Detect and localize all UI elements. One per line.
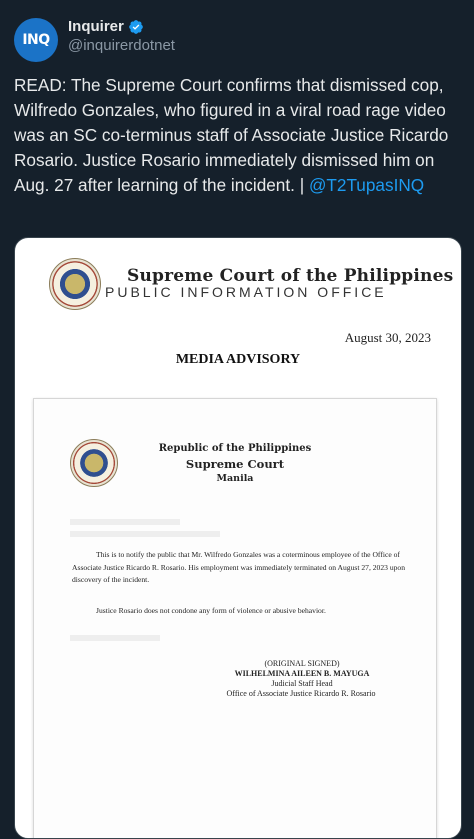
faded-text-line [70,635,160,641]
letter-paragraph: This is to notify the public that Mr. Wi… [72,550,406,584]
letter-sheet: Republic of the Philippines Supreme Cour… [33,398,437,838]
document-subtitle: PUBLIC INFORMATION OFFICE [105,284,387,300]
tweet-media-image[interactable]: Supreme Court of the Philippines PUBLIC … [14,237,462,839]
avatar-text: INQ [22,32,50,48]
signatory-name: WILHELMINA AILEEN B. MAYUGA [234,669,370,678]
letter-header-line2: Supreme Court [185,457,285,471]
faded-text-line [70,531,220,537]
document-heading: MEDIA ADVISORY [175,352,301,367]
letter-paragraph: Justice Rosario does not condone any for… [96,606,326,615]
tweet-text: READ: The Supreme Court confirms that di… [14,73,460,198]
letter-header-line1: Republic of the Philippines [158,443,312,454]
signatory-position: Judicial Staff Head [271,679,333,688]
mention-link[interactable]: @T2TupasINQ [309,175,424,195]
author-display-name[interactable]: Inquirer [68,18,175,35]
signatory-office: Office of Associate Justice Ricardo R. R… [226,689,376,698]
verified-badge-icon [129,19,143,34]
faded-text-line [70,519,180,525]
document-title: Supreme Court of the Philippines [127,266,454,286]
author-names: Inquirer @inquirerdotnet [68,18,175,54]
letter-header-line3: Manila [216,473,254,484]
tweet-header: INQ Inquirer @inquirerdotnet [14,14,460,62]
avatar[interactable]: INQ [14,18,58,62]
signature-note: (ORIGINAL SIGNED) [264,659,340,668]
supreme-court-seal-icon [49,258,101,310]
document-date: August 30, 2023 [344,330,431,345]
author-handle[interactable]: @inquirerdotnet [68,37,175,54]
display-name-text: Inquirer [68,18,124,35]
